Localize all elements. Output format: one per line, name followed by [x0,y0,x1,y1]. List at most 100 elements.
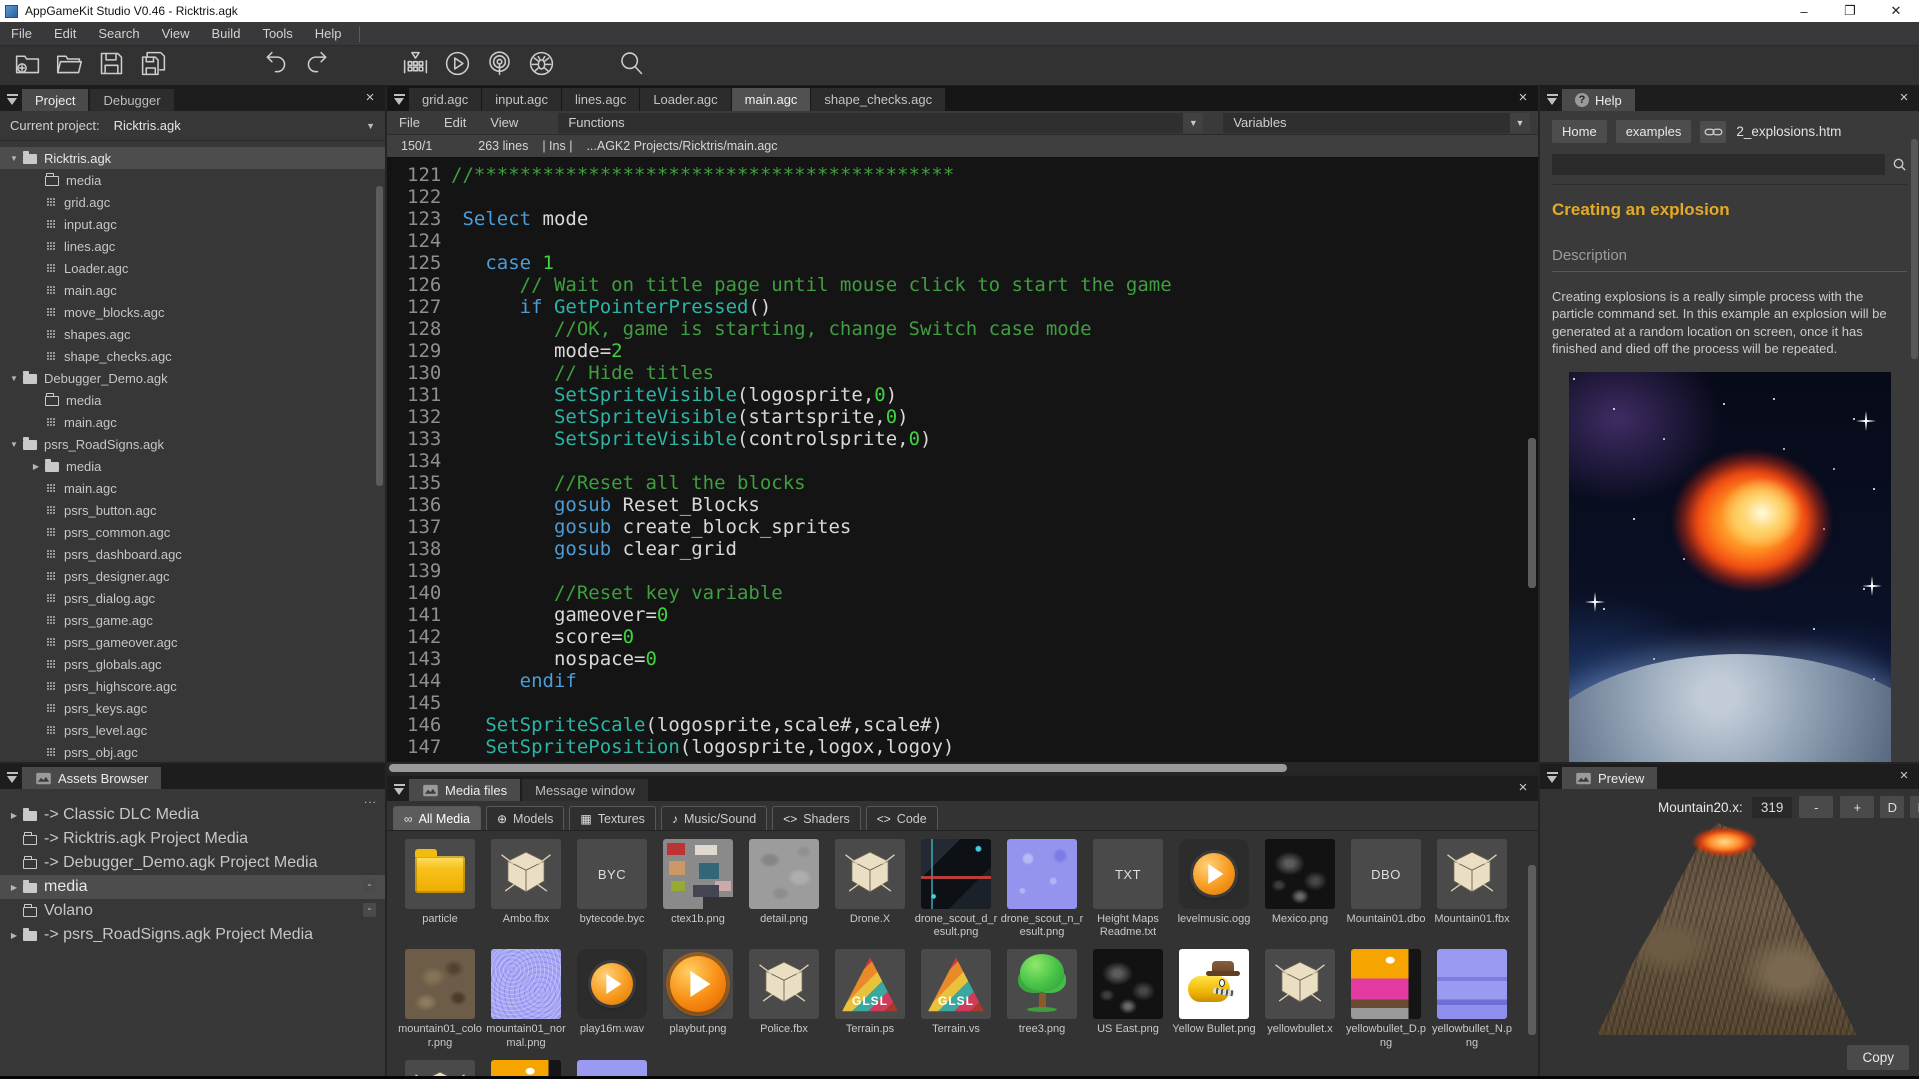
panel-menu-icon[interactable] [1546,772,1560,784]
assets-tree-item[interactable]: -> Debugger_Demo.agk Project Media [0,851,385,875]
current-project-dropdown[interactable]: Ricktris.agk ▼ [114,118,379,133]
project-tree-item[interactable]: psrs_obj.agc [0,741,385,762]
assets-tree-item[interactable]: ▶-> psrs_RoadSigns.agk Project Media [0,923,385,947]
chevron-down-icon[interactable]: ▼ [8,154,20,163]
media-thumbnail[interactable]: TXT [1093,839,1163,909]
assets-tree-item[interactable]: -> Ricktris.agk Project Media [0,827,385,851]
media-item-terrain-vs[interactable]: GLSLTerrain.vs [913,949,999,1049]
project-tree-item[interactable]: main.agc [0,279,385,301]
project-tree-item[interactable]: lines.agc [0,235,385,257]
project-tree-item[interactable]: main.agc [0,411,385,433]
search-icon[interactable] [1892,157,1907,172]
chevron-down-icon[interactable]: ▼ [8,440,20,449]
media-thumbnail[interactable] [1265,839,1335,909]
scrollbar-thumb[interactable] [389,764,1287,772]
filter-music-sound[interactable]: ♪Music/Sound [661,806,767,830]
filter-textures[interactable]: ▦Textures [569,806,656,830]
media-thumbnail[interactable] [405,949,475,1019]
help-panel-close-icon[interactable] [1896,90,1912,106]
editor-close-icon[interactable] [1515,90,1531,106]
chevron-right-icon[interactable]: ▶ [8,883,20,892]
filter-code[interactable]: <>Code [866,806,938,830]
media-item-detail-png[interactable]: detail.png [741,839,827,939]
menu-item-tools[interactable]: Tools [251,22,303,45]
project-tree-item[interactable]: ▼psrs_RoadSigns.agk [0,433,385,455]
functions-dropdown[interactable]: Functions ▼ [558,113,1203,133]
tab-media-files[interactable]: Media files [409,779,520,801]
project-tree-item[interactable]: main.agc [0,477,385,499]
frame-increment-button[interactable]: + [1840,796,1874,818]
menu-item-file[interactable]: File [0,22,43,45]
debug-button[interactable] [520,49,562,83]
media-item-mountain01-color-png[interactable]: mountain01_color.png [397,949,483,1049]
media-panel-close-icon[interactable] [1515,780,1531,796]
media-item-ctex1b-png[interactable]: ctex1b.png [655,839,741,939]
media-item-terrain-ps[interactable]: GLSLTerrain.ps [827,949,913,1049]
media-thumbnail[interactable] [1093,949,1163,1019]
menu-item-build[interactable]: Build [201,22,252,45]
tab-debugger[interactable]: Debugger [90,89,173,111]
maximize-button[interactable]: ❐ [1827,0,1873,22]
media-thumbnail[interactable] [749,949,819,1019]
project-tree-item[interactable]: psrs_common.agc [0,521,385,543]
help-search-input[interactable] [1552,154,1885,175]
menu-item-view[interactable]: View [151,22,201,45]
minimize-button[interactable]: – [1781,0,1827,22]
media-thumbnail[interactable] [1437,839,1507,909]
editor-tab-main-agc[interactable]: main.agc [732,88,812,111]
code-vertical-scrollbar[interactable] [1528,438,1536,588]
assets-tree-item[interactable]: ▶-> Classic DLC Media [0,803,385,827]
project-tree-item[interactable]: media [0,389,385,411]
media-item-yellow-bullet-png[interactable]: Yellow Bullet.png [1171,949,1257,1049]
media-item-mountain01-normal-png[interactable]: mountain01_normal.png [483,949,569,1049]
collapse-badge[interactable]: - [363,879,376,893]
menu-item-help[interactable]: Help [304,22,353,45]
media-thumbnail[interactable] [577,949,647,1019]
help-nav-home[interactable]: Home [1552,120,1607,143]
media-item-play16m-wav[interactable]: play16m.wav [569,949,655,1049]
undo-button[interactable] [254,49,296,83]
project-tree-item[interactable]: psrs_gameover.agc [0,631,385,653]
project-tree-item[interactable]: shape_checks.agc [0,345,385,367]
run-button[interactable] [436,49,478,83]
media-thumbnail[interactable] [749,839,819,909]
save-all-button[interactable] [132,49,174,83]
media-thumbnail[interactable] [663,839,733,909]
media-thumbnail[interactable] [1179,839,1249,909]
media-thumbnail[interactable] [1437,949,1507,1019]
project-tree-item[interactable]: grid.agc [0,191,385,213]
save-button[interactable] [90,49,132,83]
project-tree-item[interactable]: ▼Ricktris.agk [0,147,385,169]
media-item-yellowbullet-x[interactable]: yellowbullet.x [1257,949,1343,1049]
panel-menu-icon[interactable] [6,772,20,784]
filter-all-media[interactable]: ∞All Media [393,806,481,830]
redo-button[interactable] [296,49,338,83]
media-thumbnail[interactable] [491,949,561,1019]
tab-help[interactable]: ? Help [1562,89,1635,111]
help-nav-examples[interactable]: examples [1616,120,1692,143]
media-thumbnail[interactable] [405,839,475,909]
editor-tab-grid-agc[interactable]: grid.agc [409,88,482,111]
media-item-bytecode-byc[interactable]: BYCbytecode.byc [569,839,655,939]
media-item-height-maps-readme-txt[interactable]: TXTHeight Maps Readme.txt [1085,839,1171,939]
panel-menu-icon[interactable] [6,94,20,106]
variables-dropdown[interactable]: Variables ▼ [1223,113,1530,133]
tab-project[interactable]: Project [22,89,88,111]
help-scrollbar[interactable] [1911,139,1918,359]
project-tree-item[interactable]: input.agc [0,213,385,235]
editor-tab-lines-agc[interactable]: lines.agc [562,88,640,111]
media-item-us-east-png[interactable]: US East.png [1085,949,1171,1049]
media-thumbnail[interactable]: DBO [1351,839,1421,909]
project-tree-item[interactable]: psrs_button.agc [0,499,385,521]
tab-message-window[interactable]: Message window [522,779,648,801]
media-thumbnail[interactable]: GLSL [835,949,905,1019]
media-item-police-fbx[interactable]: Police.fbx [741,949,827,1049]
media-thumbnail[interactable] [1179,949,1249,1019]
diffuse-toggle-button[interactable]: D [1880,796,1904,818]
new-project-button[interactable] [6,49,48,83]
chevron-right-icon[interactable]: ▶ [30,462,42,471]
frame-decrement-button[interactable]: - [1799,796,1833,818]
code-horizontal-scrollbar[interactable] [387,762,1538,774]
media-item-ambo-fbx[interactable]: Ambo.fbx [483,839,569,939]
media-thumbnail[interactable] [921,839,991,909]
